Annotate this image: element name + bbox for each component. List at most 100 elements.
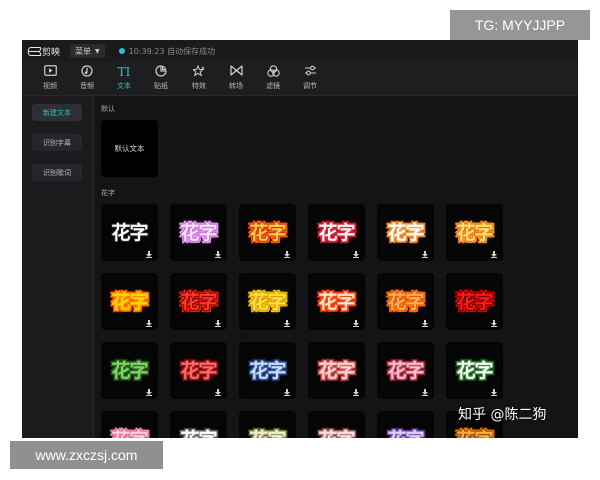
- tab-sticker[interactable]: 贴纸: [143, 65, 179, 95]
- fancy-text-preview: 花字: [318, 360, 355, 382]
- fancy-text-tile[interactable]: 花字: [308, 204, 365, 261]
- default-text-card-label: 默认文本: [114, 144, 145, 153]
- download-icon[interactable]: [284, 389, 290, 396]
- fancy-text-tile[interactable]: 花字: [446, 342, 503, 399]
- fancy-text-tile[interactable]: 花字: [170, 273, 227, 330]
- fancy-text-preview: 花字: [249, 222, 286, 244]
- menu-button[interactable]: 菜单 ▼: [70, 44, 105, 58]
- sidebar-item-label: 新建文本: [43, 108, 71, 117]
- download-icon[interactable]: [215, 389, 221, 396]
- section-title-default: 默认: [101, 105, 115, 113]
- tab-filter-label: 滤镜: [266, 82, 280, 90]
- fancy-text-tile[interactable]: 花字: [308, 411, 365, 438]
- tab-effects[interactable]: 特效: [181, 64, 217, 95]
- tab-audio-label: 音频: [80, 82, 94, 90]
- fancy-text-tile[interactable]: 花字: [170, 411, 227, 438]
- autosave-text: 10:39:23 自动保存成功: [128, 46, 216, 56]
- fancy-text-tile[interactable]: 花字: [377, 411, 434, 438]
- fancy-text-preview: 花字: [111, 360, 148, 382]
- fancy-text-preview: 花字: [111, 291, 148, 313]
- download-icon[interactable]: [422, 251, 428, 258]
- fancy-text-tile[interactable]: 花字: [446, 204, 503, 261]
- tab-filter[interactable]: 滤镜: [255, 65, 291, 95]
- fancy-text-preview: 花字: [318, 222, 355, 244]
- fancy-text-preview: 花字: [456, 291, 493, 313]
- watermark-zhihu: 知乎 @陈二狗: [458, 407, 547, 423]
- fancy-text-tile[interactable]: 花字: [101, 342, 158, 399]
- tab-video[interactable]: 视频: [32, 65, 68, 95]
- fancy-text-preview: 花字: [180, 360, 217, 382]
- fancy-text-preview: 花字: [180, 222, 217, 244]
- fancy-text-preview: 花字: [387, 291, 424, 313]
- download-icon[interactable]: [491, 389, 497, 396]
- menu-button-label: 菜单: [75, 46, 92, 56]
- download-icon[interactable]: [284, 251, 290, 258]
- fancy-text-preview: 花字: [101, 425, 158, 438]
- fancy-text-tile[interactable]: 花字: [377, 273, 434, 330]
- download-icon[interactable]: [422, 320, 428, 327]
- tab-audio[interactable]: 音频: [69, 65, 105, 95]
- fancy-text-preview: 花字: [377, 425, 434, 438]
- screenshot: 剪映 菜单 ▼ 10:39:23 自动保存成功 视频 音频 TI 文本 贴纸 特…: [0, 0, 600, 480]
- download-icon[interactable]: [422, 389, 428, 396]
- tab-transition[interactable]: 转场: [218, 65, 254, 95]
- download-icon[interactable]: [215, 251, 221, 258]
- tab-adjust[interactable]: 调节: [292, 65, 328, 95]
- text-sidebar: 新建文本 识别字幕 识别歌词: [22, 96, 94, 438]
- tab-video-label: 视频: [43, 82, 57, 90]
- download-icon[interactable]: [491, 251, 497, 258]
- tab-text[interactable]: TI 文本: [106, 65, 142, 95]
- fancy-text-preview: 花字: [456, 360, 493, 382]
- fancy-text-tile[interactable]: 花字: [101, 411, 158, 438]
- status-dot-icon: [118, 48, 125, 54]
- fancy-text-tile[interactable]: 花字: [101, 273, 158, 330]
- download-icon[interactable]: [215, 320, 221, 327]
- fancy-text-preview: 花字: [111, 222, 148, 244]
- fancy-text-preview: 花字: [249, 291, 286, 313]
- tab-effects-label: 特效: [192, 82, 206, 90]
- title-bar: 剪映 菜单 ▼ 10:39:23 自动保存成功: [22, 40, 578, 62]
- fancy-text-preview: 花字: [387, 360, 424, 382]
- autosave-status: 10:39:23 自动保存成功: [118, 46, 216, 57]
- fancy-text-tile[interactable]: 花字: [239, 342, 296, 399]
- adjust-icon: [292, 65, 328, 79]
- fancy-text-tile[interactable]: 花字: [446, 273, 503, 330]
- tab-sticker-label: 贴纸: [154, 82, 168, 90]
- fancy-text-preview: 花字: [387, 222, 424, 244]
- filter-icon: [255, 65, 291, 79]
- app-logo: 剪映: [28, 45, 60, 58]
- download-icon[interactable]: [353, 320, 359, 327]
- fancy-text-preview: 花字: [180, 291, 217, 313]
- download-icon[interactable]: [353, 389, 359, 396]
- capcut-logo-icon: [28, 47, 39, 56]
- fancy-text-tile[interactable]: 花字: [308, 273, 365, 330]
- default-text-card[interactable]: 默认文本: [101, 120, 158, 177]
- download-icon[interactable]: [146, 320, 152, 327]
- fancy-text-tile[interactable]: 花字: [170, 204, 227, 261]
- tab-transition-label: 转场: [229, 82, 243, 90]
- download-icon[interactable]: [146, 389, 152, 396]
- asset-toolbar: 视频 音频 TI 文本 贴纸 特效 转场 滤镜 调节: [22, 62, 578, 96]
- fancy-text-tile[interactable]: 花字: [239, 204, 296, 261]
- text-icon: TI: [117, 65, 131, 79]
- download-icon[interactable]: [491, 320, 497, 327]
- fancy-text-tile[interactable]: 花字: [239, 411, 296, 438]
- tab-text-label: 文本: [117, 82, 131, 90]
- fancy-text-tile[interactable]: 花字: [377, 204, 434, 261]
- sidebar-item-label: 识别歌词: [43, 168, 71, 177]
- app-name: 剪映: [42, 47, 61, 58]
- fancy-text-tile[interactable]: 花字: [308, 342, 365, 399]
- fancy-text-tile[interactable]: 花字: [377, 342, 434, 399]
- sidebar-item-recognize-lyrics[interactable]: 识别歌词: [32, 164, 82, 181]
- sidebar-item-new-text[interactable]: 新建文本: [32, 104, 82, 121]
- fancy-text-preview: 花字: [456, 222, 493, 244]
- fancy-text-tile[interactable]: 花字: [101, 204, 158, 261]
- fancy-text-tile[interactable]: 花字: [170, 342, 227, 399]
- download-icon[interactable]: [146, 251, 152, 258]
- fancy-text-tile[interactable]: 花字: [239, 273, 296, 330]
- download-icon[interactable]: [353, 251, 359, 258]
- text-library: 默认 默认文本 花字 花字 花字 花字 花字 花字 花字 花字 花字 花字 花字 花字 花字 花字 花字花…: [94, 96, 578, 438]
- sticker-icon: [143, 65, 179, 79]
- download-icon[interactable]: [284, 320, 290, 327]
- sidebar-item-recognize-subtitles[interactable]: 识别字幕: [32, 134, 82, 151]
